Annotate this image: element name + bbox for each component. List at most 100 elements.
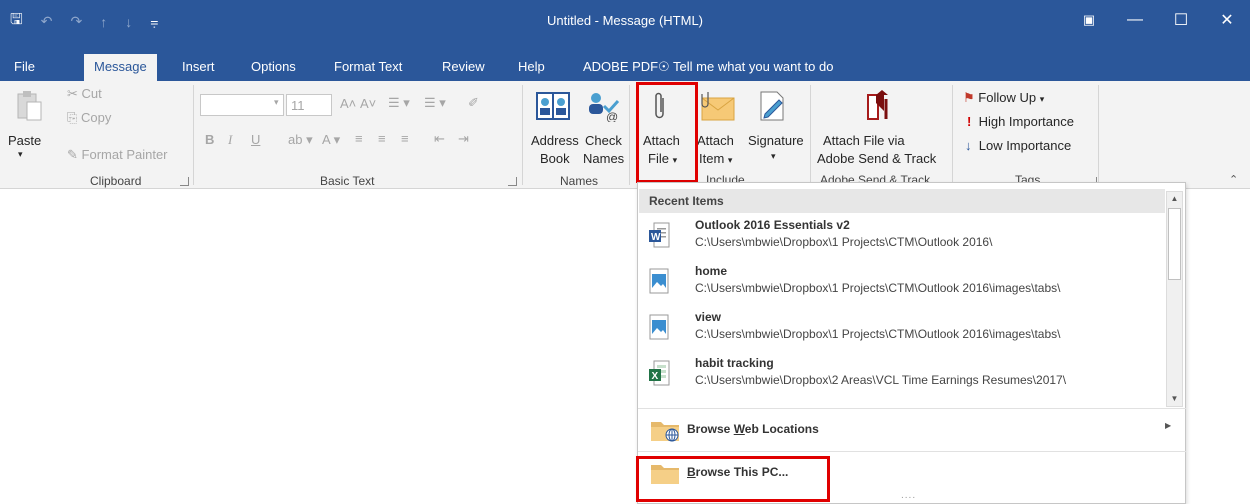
address-book-label-1[interactable]: Address <box>531 133 579 148</box>
clear-formatting-icon[interactable]: ✐ <box>468 95 479 111</box>
clipboard-launcher-icon[interactable] <box>180 177 189 186</box>
font-size-value: 11 <box>291 98 305 113</box>
attach-item-icon[interactable] <box>697 89 737 123</box>
recent-item-path: C:\Users\mbwie\Dropbox\1 Projects\CTM\Ou… <box>695 235 993 249</box>
font-name-dropdown-icon[interactable]: ▾ <box>274 97 279 108</box>
down-arrow-icon: ↓ <box>965 138 972 153</box>
scroll-up-icon[interactable]: ▲ <box>1167 192 1182 206</box>
image-file-icon <box>649 314 669 340</box>
recent-item[interactable]: W Outlook 2016 Essentials v2 C:\Users\mb… <box>638 214 1164 260</box>
font-size-box[interactable]: 11 <box>286 94 332 116</box>
copy-label: Copy <box>81 110 112 125</box>
svg-text:@: @ <box>606 110 618 122</box>
paste-label[interactable]: Paste <box>8 133 41 148</box>
attach-item-label-2[interactable]: Item ▾ <box>699 151 732 166</box>
follow-up-label: Follow Up <box>978 90 1037 105</box>
check-names-label-1[interactable]: Check <box>585 133 622 148</box>
menu-divider <box>638 451 1186 452</box>
title-bar: 🖫 ↶ ↷ ↑ ↓ ⩦ Untitled - Message (HTML) ▣ … <box>0 0 1250 48</box>
tab-file[interactable]: File <box>4 54 45 81</box>
ribbon-tabs: File Message Insert Options Format Text … <box>0 48 1250 81</box>
basic-text-launcher-icon[interactable] <box>508 177 517 186</box>
format-painter-button[interactable]: ✎ Format Painter <box>67 147 168 163</box>
signature-icon[interactable] <box>754 89 790 123</box>
maximize-icon[interactable]: ☐ <box>1158 0 1204 40</box>
collapse-ribbon-icon[interactable]: ⌃ <box>1229 173 1238 186</box>
recent-items-scrollbar[interactable]: ▲ ▼ <box>1166 191 1183 407</box>
grow-font-icon[interactable]: A˄ <box>340 96 356 111</box>
attach-item-label-1[interactable]: Attach <box>697 133 734 148</box>
tab-format-text[interactable]: Format Text <box>324 54 412 81</box>
recent-item[interactable]: X habit tracking C:\Users\mbwie\Dropbox\… <box>638 352 1164 398</box>
italic-button[interactable]: I <box>228 132 232 148</box>
copy-button[interactable]: ⎘ Copy <box>67 110 111 126</box>
highlight-color-icon[interactable]: ab ▾ <box>288 132 313 148</box>
close-icon[interactable]: ✕ <box>1204 0 1250 40</box>
ribbon-display-options-icon[interactable]: ▣ <box>1066 0 1112 40</box>
tab-insert[interactable]: Insert <box>172 54 225 81</box>
low-importance-button[interactable]: ↓ Low Importance <box>965 138 1071 153</box>
recent-item-name: view <box>695 310 722 324</box>
divider <box>810 85 811 185</box>
bullets-icon[interactable]: ☰ ▾ <box>388 95 410 111</box>
attach-item-dropdown-icon: ▾ <box>727 155 733 165</box>
cut-label: Cut <box>81 86 102 101</box>
minimize-icon[interactable]: — <box>1112 0 1158 40</box>
browse-web-locations-item[interactable]: Browse Web Locations ▶ <box>638 410 1186 450</box>
font-color-icon[interactable]: A ▾ <box>322 132 340 148</box>
recent-item-path: C:\Users\mbwie\Dropbox\1 Projects\CTM\Ou… <box>695 281 1061 295</box>
tab-options[interactable]: Options <box>241 54 306 81</box>
signature-dropdown-icon[interactable]: ▾ <box>771 151 776 162</box>
scrollbar-thumb[interactable] <box>1168 208 1181 280</box>
underline-button[interactable]: U <box>251 132 260 147</box>
decrease-indent-icon[interactable]: ⇤ <box>434 131 445 147</box>
adobe-send-track-label-2[interactable]: Adobe Send & Track <box>817 151 936 166</box>
align-center-icon[interactable]: ≡ <box>378 131 386 146</box>
attach-file-highlight <box>636 82 698 183</box>
divider <box>629 85 630 185</box>
signature-label[interactable]: Signature <box>748 133 804 148</box>
font-name-box[interactable] <box>200 94 284 116</box>
tab-help[interactable]: Help <box>508 54 555 81</box>
copy-icon: ⎘ <box>67 110 78 125</box>
divider <box>1098 85 1099 185</box>
address-book-icon[interactable] <box>533 89 573 123</box>
align-right-icon[interactable]: ≡ <box>401 131 409 146</box>
tab-review[interactable]: Review <box>432 54 495 81</box>
svg-text:X: X <box>652 371 659 382</box>
check-names-icon[interactable]: @ <box>585 89 621 123</box>
ribbon: Paste ▾ ✂ Cut ⎘ Copy ✎ Format Painter Cl… <box>0 81 1250 189</box>
shrink-font-icon[interactable]: A˅ <box>360 96 376 111</box>
divider <box>193 85 194 185</box>
resize-grip[interactable]: .... <box>901 490 916 501</box>
recent-item[interactable]: home C:\Users\mbwie\Dropbox\1 Projects\C… <box>638 260 1164 306</box>
recent-item[interactable]: view C:\Users\mbwie\Dropbox\1 Projects\C… <box>638 306 1164 352</box>
recent-item-name: home <box>695 264 728 278</box>
numbering-icon[interactable]: ☰ ▾ <box>424 95 446 111</box>
web-folder-icon <box>651 422 679 442</box>
high-importance-button[interactable]: ! High Importance <box>967 114 1074 129</box>
adobe-send-track-label-1[interactable]: Attach File via <box>823 133 905 148</box>
browse-web-locations-label: Browse Web Locations <box>687 422 819 436</box>
tab-message[interactable]: Message <box>84 54 157 81</box>
svg-text:W: W <box>651 232 661 243</box>
follow-up-button[interactable]: ⚑ Follow Up ▾ <box>963 90 1044 106</box>
paste-dropdown-icon[interactable]: ▾ <box>18 149 23 160</box>
increase-indent-icon[interactable]: ⇥ <box>458 131 469 147</box>
high-importance-label: High Importance <box>978 114 1074 129</box>
adobe-send-track-icon[interactable] <box>858 87 898 125</box>
address-book-label-2[interactable]: Book <box>540 151 570 166</box>
paste-icon[interactable] <box>14 89 44 123</box>
clipboard-group-label: Clipboard <box>90 174 142 188</box>
check-names-label-2[interactable]: Names <box>583 151 624 166</box>
bold-button[interactable]: B <box>205 132 214 147</box>
low-importance-label: Low Importance <box>978 138 1072 153</box>
cut-button[interactable]: ✂ Cut <box>67 86 102 102</box>
align-left-icon[interactable]: ≡ <box>355 131 363 146</box>
tell-me-box[interactable]: ☉ Tell me what you want to do <box>648 54 843 81</box>
scroll-down-icon[interactable]: ▼ <box>1167 392 1182 406</box>
divider <box>522 85 523 185</box>
submenu-arrow-icon: ▶ <box>1165 421 1172 430</box>
names-group-label: Names <box>560 174 599 188</box>
format-painter-label: Format Painter <box>81 147 168 162</box>
